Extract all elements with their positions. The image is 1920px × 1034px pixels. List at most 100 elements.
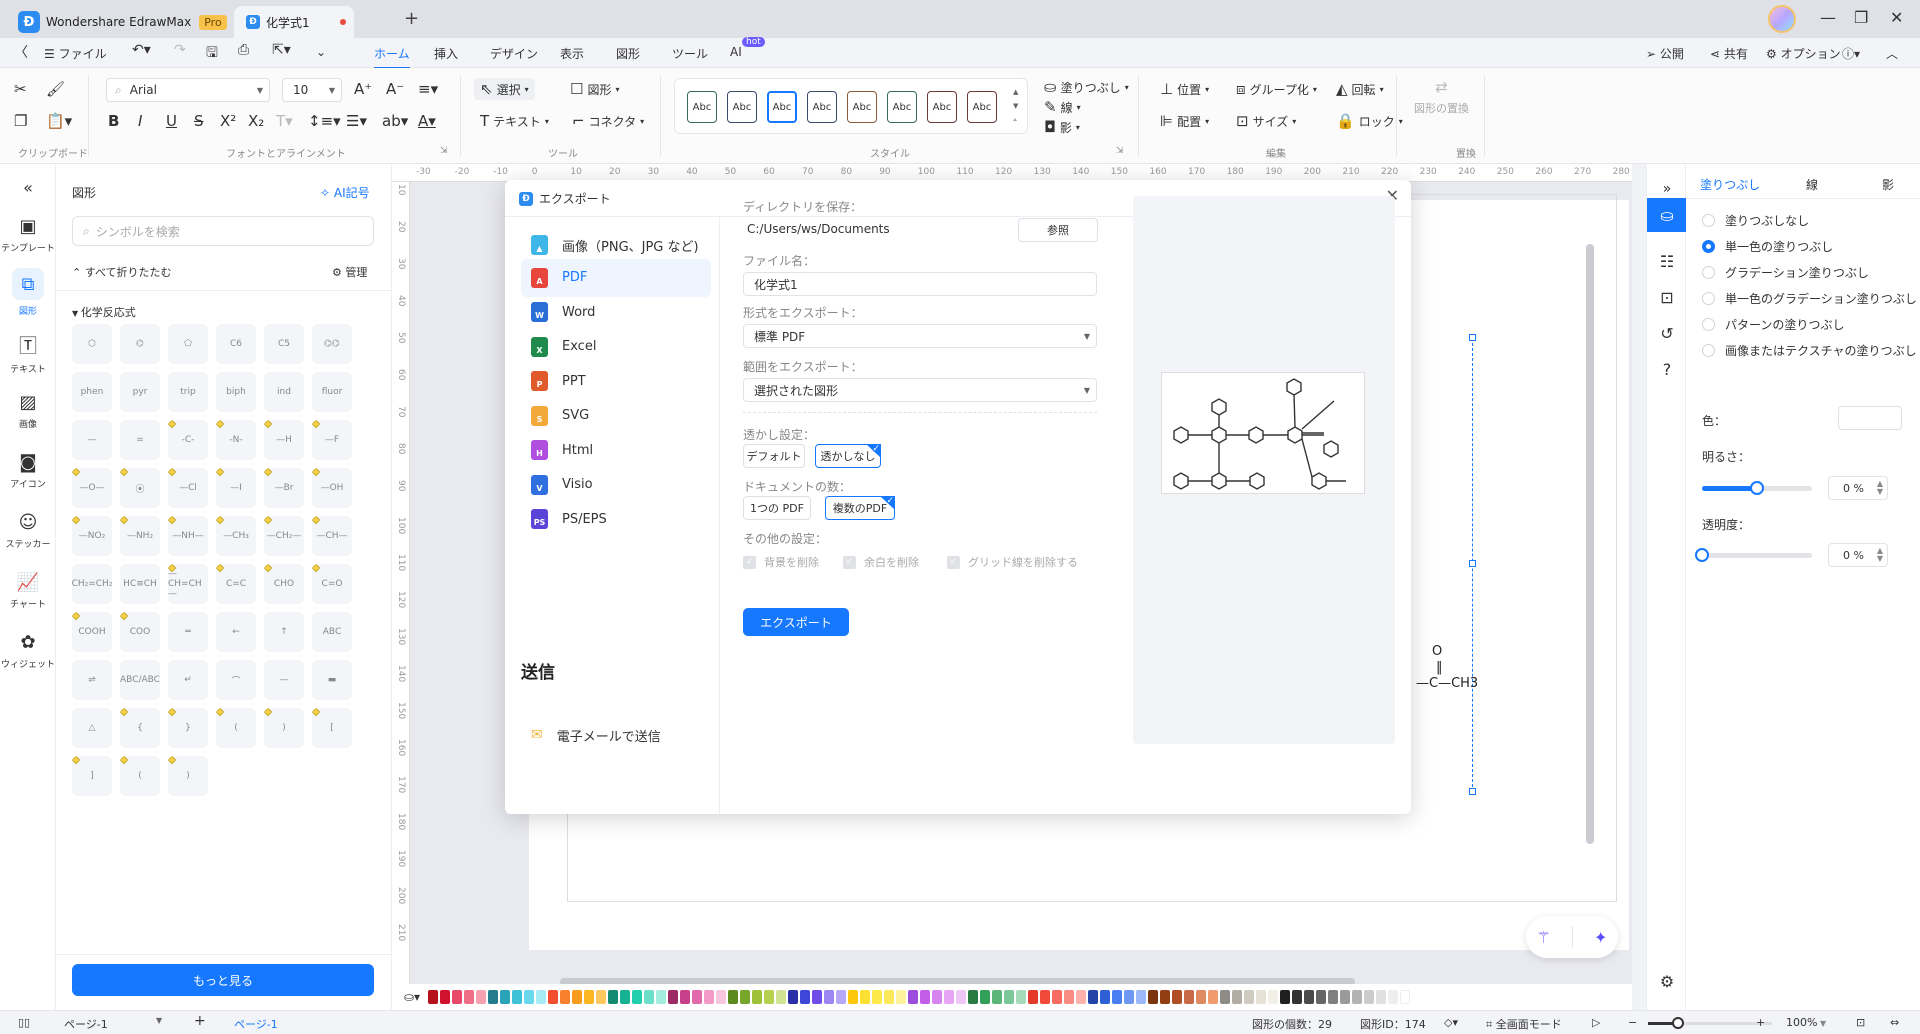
color-swatch[interactable] xyxy=(1292,990,1303,1004)
shape-item[interactable]: —CH=CH— xyxy=(168,564,208,604)
print-icon[interactable]: ⎙ xyxy=(238,42,249,58)
browse-button[interactable]: 参照 xyxy=(1018,218,1098,242)
color-swatch[interactable] xyxy=(788,990,799,1004)
color-swatch[interactable] xyxy=(1364,990,1375,1004)
color-swatch[interactable] xyxy=(992,990,1003,1004)
collapse-ribbon-icon[interactable]: ︿ xyxy=(1886,45,1898,62)
subscript-icon[interactable]: X₂ xyxy=(248,112,264,130)
color-swatch[interactable] xyxy=(764,990,775,1004)
strikethrough-icon[interactable]: S xyxy=(194,112,204,130)
italic-icon[interactable]: I xyxy=(138,112,142,130)
collapse-panel-button[interactable]: « xyxy=(0,178,56,197)
shape-item[interactable]: —CH— xyxy=(312,516,352,556)
back-button[interactable]: 〈 xyxy=(14,42,28,62)
color-swatch[interactable] xyxy=(1148,990,1159,1004)
export-range-select[interactable]: 選択された図形 ▼ xyxy=(743,378,1097,402)
format-option-visio[interactable]: V Visio xyxy=(521,466,711,504)
color-swatch[interactable] xyxy=(1100,990,1111,1004)
ai-symbol-button[interactable]: ✧ AI記号 xyxy=(320,184,370,201)
color-swatch[interactable] xyxy=(1244,990,1255,1004)
color-swatch[interactable] xyxy=(932,990,943,1004)
shape-item[interactable]: ▬ xyxy=(312,660,352,700)
color-swatch[interactable] xyxy=(920,990,931,1004)
shape-item[interactable]: ⬠ xyxy=(168,324,208,364)
lock-button[interactable]: 🔒 ロック ▾ xyxy=(1336,112,1403,130)
color-swatch[interactable] xyxy=(1016,990,1027,1004)
format-option-svg[interactable]: S SVG xyxy=(521,397,711,435)
shape-item[interactable]: biph xyxy=(216,372,256,412)
group-button[interactable]: ⧈ グループ化 ▾ xyxy=(1236,80,1317,98)
radio-button[interactable] xyxy=(1702,318,1715,331)
fill-option[interactable]: 塗りつぶしなし xyxy=(1702,212,1809,229)
color-swatch[interactable] xyxy=(620,990,631,1004)
export-format-select[interactable]: 標準 PDF ▼ xyxy=(743,324,1097,348)
color-swatch[interactable] xyxy=(1268,990,1279,1004)
color-swatch[interactable] xyxy=(692,990,703,1004)
color-swatch[interactable] xyxy=(812,990,823,1004)
color-swatch[interactable] xyxy=(1838,406,1902,430)
stepper-icon[interactable]: ▲ ▼ xyxy=(1877,480,1883,496)
magic-wand-icon[interactable]: ⚚ xyxy=(1537,928,1551,947)
color-swatch[interactable] xyxy=(476,990,487,1004)
style-sample[interactable]: Abc xyxy=(887,91,917,123)
color-swatch[interactable] xyxy=(800,990,811,1004)
shape-item[interactable]: trip xyxy=(168,372,208,412)
color-swatch[interactable] xyxy=(752,990,763,1004)
multiple-pdf-option[interactable]: 複数のPDF xyxy=(825,496,895,520)
shadow-button[interactable]: ◘ 影 ▾ xyxy=(1044,118,1080,136)
color-swatch[interactable] xyxy=(452,990,463,1004)
shape-item[interactable]: —NO₂ xyxy=(72,516,112,556)
shape-item[interactable]: —NH— xyxy=(168,516,208,556)
rotate-button[interactable]: ◭ 回転 ▾ xyxy=(1336,80,1384,98)
color-swatch[interactable] xyxy=(644,990,655,1004)
size-button[interactable]: ⊡ サイズ ▾ xyxy=(1236,112,1296,130)
font-dialog-launcher-icon[interactable]: ⇲ xyxy=(440,146,448,156)
color-swatch[interactable] xyxy=(464,990,475,1004)
color-swatch[interactable] xyxy=(860,990,871,1004)
color-swatch[interactable] xyxy=(1376,990,1387,1004)
color-swatch[interactable] xyxy=(1328,990,1339,1004)
fill-option[interactable]: グラデーション塗りつぶし xyxy=(1702,264,1869,281)
single-pdf-option[interactable]: 1つの PDF xyxy=(743,496,811,520)
shape-item[interactable]: ) xyxy=(168,756,208,796)
more-shapes-button[interactable]: もっと見る xyxy=(72,964,374,996)
color-swatch[interactable] xyxy=(1064,990,1075,1004)
fit-width-icon[interactable]: ⇔ xyxy=(1890,1016,1899,1029)
color-swatch[interactable] xyxy=(668,990,679,1004)
document-tab[interactable]: Ð 化学式1 xyxy=(234,6,354,38)
play-icon[interactable]: ▷ xyxy=(1592,1016,1600,1029)
zoom-slider[interactable] xyxy=(1648,1017,1772,1029)
options-button[interactable]: ⚙ オプション xyxy=(1766,45,1841,62)
shape-item[interactable]: C5 xyxy=(264,324,304,364)
rail-shapes[interactable]: ⧉ 図形 xyxy=(0,268,56,317)
color-swatch[interactable] xyxy=(1220,990,1231,1004)
color-swatch[interactable] xyxy=(872,990,883,1004)
shape-item[interactable]: pyr xyxy=(120,372,160,412)
color-swatch[interactable] xyxy=(728,990,739,1004)
shape-item[interactable]: ⌬⌬ xyxy=(312,324,352,364)
shape-item[interactable]: ( xyxy=(120,756,160,796)
zoom-slider-knob[interactable] xyxy=(1672,1017,1684,1029)
color-swatch[interactable] xyxy=(1352,990,1363,1004)
page-tab[interactable]: ページ-1 xyxy=(234,1016,278,1032)
shape-item[interactable]: —O— xyxy=(72,468,112,508)
settings-icon[interactable]: ⚙ xyxy=(1647,964,1687,998)
stepper-icon[interactable]: ▲ ▼ xyxy=(1877,547,1883,563)
color-swatch[interactable] xyxy=(896,990,907,1004)
color-swatch[interactable] xyxy=(1124,990,1135,1004)
color-swatch[interactable] xyxy=(584,990,595,1004)
save-icon[interactable]: 🖫 xyxy=(206,42,218,66)
color-swatch[interactable] xyxy=(656,990,667,1004)
color-swatch[interactable] xyxy=(1076,990,1087,1004)
shape-item[interactable]: ) xyxy=(264,708,304,748)
undo-button[interactable]: ↶▾ xyxy=(132,42,151,58)
fill-option[interactable]: 画像またはテクスチャの塗りつぶし xyxy=(1702,342,1917,359)
user-avatar[interactable] xyxy=(1768,5,1796,33)
connector-tool-button[interactable]: ⌐ コネクタ ▾ xyxy=(572,112,644,130)
radio-button[interactable] xyxy=(1702,240,1715,253)
fill-option[interactable]: パターンの塗りつぶし xyxy=(1702,316,1845,333)
shape-item[interactable]: —OH xyxy=(312,468,352,508)
page-select[interactable]: ページ-1 ▼ xyxy=(64,1016,164,1032)
format-option-ppt[interactable]: P PPT xyxy=(521,362,711,400)
shape-item[interactable]: ] xyxy=(72,756,112,796)
